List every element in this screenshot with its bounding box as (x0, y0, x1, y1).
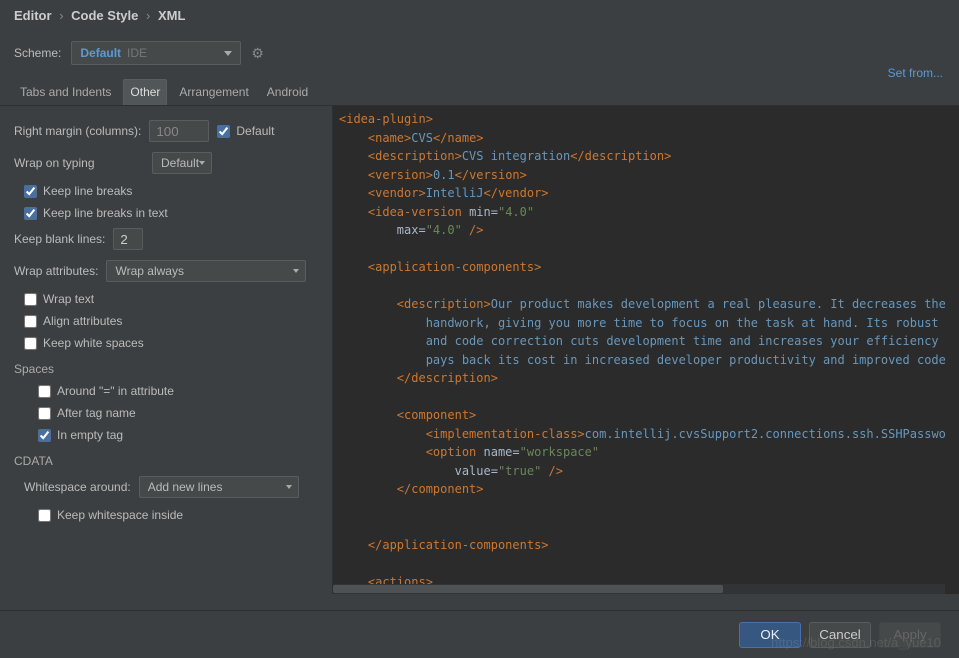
after-tag-checkbox[interactable] (38, 407, 51, 420)
footer: OK Cancel Apply (0, 610, 959, 658)
gear-icon[interactable]: ⚙ (251, 45, 264, 62)
chevron-down-icon (224, 51, 232, 56)
around-eq-checkbox[interactable] (38, 385, 51, 398)
keep-line-breaks-label: Keep line breaks (43, 184, 132, 198)
cancel-button[interactable]: Cancel (809, 622, 871, 648)
spaces-section-label: Spaces (14, 362, 318, 376)
scheme-ide: IDE (127, 46, 147, 60)
ok-button[interactable]: OK (739, 622, 801, 648)
set-from-link[interactable]: Set from... (888, 66, 943, 80)
content: Right margin (columns): Default Wrap on … (0, 106, 959, 594)
cdata-section-label: CDATA (14, 454, 318, 468)
breadcrumb-3: XML (158, 8, 185, 23)
after-tag-label: After tag name (57, 406, 136, 420)
tab-android[interactable]: Android (261, 79, 314, 105)
wrap-typing-value: Default (161, 156, 199, 170)
keep-white-checkbox[interactable] (24, 337, 37, 350)
tab-other[interactable]: Other (123, 79, 167, 105)
in-empty-checkbox[interactable] (38, 429, 51, 442)
keep-white-label: Keep white spaces (43, 336, 144, 350)
chevron-down-icon (199, 161, 205, 165)
default-margin-checkbox[interactable] (217, 125, 230, 138)
tabs: Tabs and Indents Other Arrangement Andro… (0, 79, 959, 106)
tab-tabs-indents[interactable]: Tabs and Indents (14, 79, 117, 105)
ws-around-select[interactable]: Add new lines (139, 476, 299, 498)
keep-line-breaks-text-checkbox[interactable] (24, 207, 37, 220)
breadcrumb-1: Editor (14, 8, 52, 23)
wrap-typing-label: Wrap on typing (14, 156, 144, 170)
ws-around-value: Add new lines (148, 480, 223, 494)
keep-line-breaks-checkbox[interactable] (24, 185, 37, 198)
wrap-attrs-label: Wrap attributes: (14, 264, 98, 278)
keep-blank-label: Keep blank lines: (14, 232, 105, 246)
keep-ws-inside-label: Keep whitespace inside (57, 508, 183, 522)
breadcrumb-2: Code Style (71, 8, 138, 23)
settings-panel: Right margin (columns): Default Wrap on … (0, 106, 333, 594)
breadcrumb-sep-icon: › (146, 8, 150, 23)
scheme-select[interactable]: Default IDE (71, 41, 241, 65)
wrap-typing-select[interactable]: Default (152, 152, 212, 174)
in-empty-label: In empty tag (57, 428, 123, 442)
wrap-attrs-value: Wrap always (115, 264, 183, 278)
chevron-down-icon (293, 269, 299, 273)
keep-blank-input[interactable] (113, 228, 143, 250)
chevron-down-icon (286, 485, 292, 489)
apply-button[interactable]: Apply (879, 622, 941, 648)
scheme-label: Scheme: (14, 46, 61, 60)
scrollbar-thumb[interactable] (333, 585, 723, 593)
breadcrumb: Editor › Code Style › XML (0, 0, 959, 31)
keep-ws-inside-checkbox[interactable] (38, 509, 51, 522)
right-margin-label: Right margin (columns): (14, 124, 141, 138)
keep-line-breaks-text-label: Keep line breaks in text (43, 206, 168, 220)
align-attrs-checkbox[interactable] (24, 315, 37, 328)
align-attrs-label: Align attributes (43, 314, 122, 328)
wrap-attrs-select[interactable]: Wrap always (106, 260, 306, 282)
default-margin-label: Default (236, 124, 274, 138)
wrap-text-checkbox[interactable] (24, 293, 37, 306)
ws-around-label: Whitespace around: (24, 480, 131, 494)
around-eq-label: Around "=" in attribute (57, 384, 174, 398)
tab-arrangement[interactable]: Arrangement (173, 79, 254, 105)
scheme-row: Scheme: Default IDE ⚙ (0, 31, 959, 79)
wrap-text-label: Wrap text (43, 292, 94, 306)
breadcrumb-sep-icon: › (59, 8, 63, 23)
horizontal-scrollbar[interactable] (333, 584, 945, 594)
scheme-name: Default (80, 46, 121, 60)
code-preview: <idea-plugin> <name>CVS</name> <descript… (333, 106, 959, 594)
right-margin-input[interactable] (149, 120, 209, 142)
